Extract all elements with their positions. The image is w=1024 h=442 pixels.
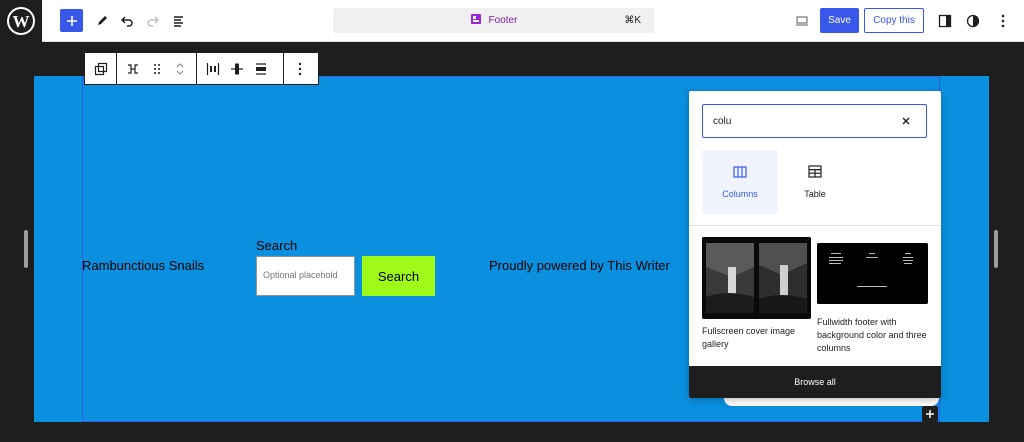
command-shortcut: ⌘K (624, 15, 641, 26)
copy-this-button[interactable]: Copy this (864, 8, 924, 33)
right-resize-handle[interactable] (994, 230, 998, 268)
append-block-icon[interactable] (922, 406, 938, 422)
redo-icon[interactable] (140, 8, 166, 34)
block-type-icon[interactable] (89, 57, 112, 81)
pencil-tools-icon[interactable] (89, 8, 115, 34)
search-button[interactable]: Search (362, 256, 435, 296)
undo-icon[interactable] (114, 8, 140, 34)
table-icon (808, 165, 822, 180)
vertical-align-center-icon[interactable] (225, 57, 249, 81)
block-item-table[interactable]: Table (777, 150, 853, 214)
columns-icon (733, 165, 747, 180)
justify-space-between-icon[interactable] (201, 57, 225, 81)
document-bar[interactable]: Footer ⌘K (333, 8, 654, 33)
block-item-columns[interactable]: Columns (702, 150, 778, 214)
styles-icon[interactable] (960, 8, 986, 34)
block-inserter-toggle-icon[interactable] (60, 9, 83, 32)
group-block-icon[interactable] (121, 57, 145, 81)
block-item-label: Columns (722, 188, 758, 199)
block-item-label: Table (804, 189, 826, 199)
left-resize-handle[interactable] (24, 230, 28, 268)
svg-text:W: W (13, 12, 30, 31)
search-label: Search (256, 238, 298, 253)
pattern-preview-fullwidth-footer[interactable] (817, 243, 928, 304)
justify-stretch-icon[interactable] (249, 57, 273, 81)
pattern-caption: Fullscreen cover image gallery (702, 326, 796, 349)
document-overview-icon[interactable] (166, 8, 192, 34)
template-part-icon (470, 13, 482, 28)
drag-handle-icon[interactable] (145, 57, 169, 81)
inserter-search-value: colu (713, 116, 732, 127)
divider (689, 225, 941, 226)
browse-all-button[interactable]: Browse all (689, 366, 941, 398)
editor-header: W Footer ⌘K Save Copy this (0, 0, 1024, 42)
settings-sidebar-icon[interactable] (932, 8, 958, 34)
desktop-preview-icon[interactable] (789, 8, 815, 34)
search-input[interactable]: Optional placehold (256, 256, 355, 296)
pattern-preview-cover-gallery[interactable] (702, 237, 811, 319)
save-button[interactable]: Save (820, 8, 859, 33)
move-up-down-icon[interactable] (168, 57, 192, 81)
block-options-icon[interactable] (288, 57, 312, 81)
close-icon[interactable] (898, 113, 914, 129)
pattern-caption: Fullwidth footer with background color a… (817, 317, 927, 353)
block-toolbar (84, 52, 319, 85)
inserter-search-input[interactable]: colu (702, 104, 927, 138)
document-title: Footer (488, 15, 518, 26)
powered-by-text[interactable]: Proudly powered by This Writer (489, 258, 670, 273)
site-title[interactable]: Rambunctious Snails (82, 258, 204, 273)
more-options-icon[interactable] (990, 8, 1016, 34)
quick-inserter-popover: colu Columns Table Fullscreen cover imag… (689, 91, 941, 398)
wordpress-logo-icon[interactable]: W (0, 0, 42, 42)
popover-backdrop-edge (724, 398, 939, 406)
